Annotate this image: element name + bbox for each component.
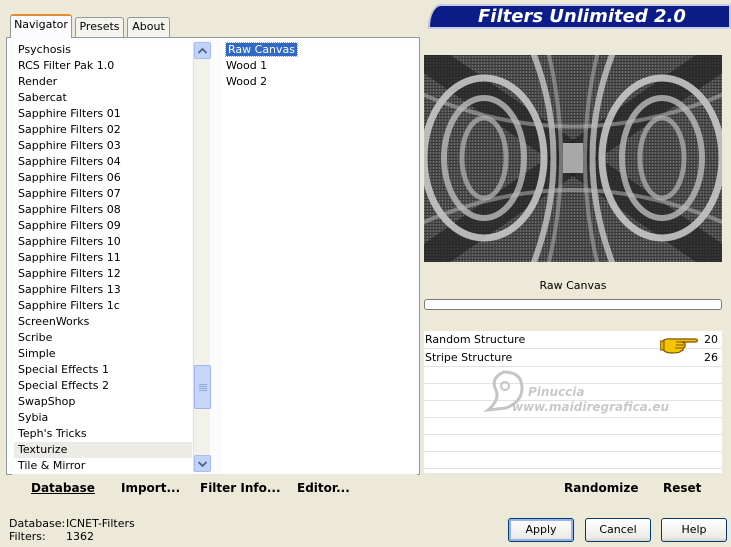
category-list[interactable]: Psychosis RCS Filter Pak 1.0 Render Saberca… — [14, 41, 192, 473]
param-empty-row — [424, 418, 722, 435]
database-button[interactable]: Database — [31, 481, 95, 495]
category-item[interactable]: Simple — [14, 346, 192, 362]
help-button[interactable]: Help — [661, 518, 727, 542]
reset-button[interactable]: Reset — [663, 481, 701, 495]
tab-about-label: About — [132, 20, 165, 33]
tab-about[interactable]: About — [127, 17, 170, 37]
filter-item[interactable]: Raw Canvas — [222, 42, 416, 58]
watermark-url: www.maidiregrafica.eu — [512, 400, 670, 414]
category-item[interactable]: Psychosis — [14, 42, 192, 58]
filter-item-label: Raw Canvas — [224, 42, 299, 57]
scroll-down-button[interactable] — [194, 455, 211, 472]
category-item[interactable]: Sybia — [14, 410, 192, 426]
param-value: 26 — [704, 351, 718, 364]
chevron-down-icon — [198, 460, 207, 467]
category-item[interactable]: Sapphire Filters 10 — [14, 234, 192, 250]
category-item[interactable]: Render — [14, 74, 192, 90]
watermark-name: Pinuccia — [528, 385, 585, 399]
category-item[interactable]: Sapphire Filters 09 — [14, 218, 192, 234]
category-item[interactable]: Sapphire Filters 02 — [14, 122, 192, 138]
category-item[interactable]: Sapphire Filters 04 — [14, 154, 192, 170]
param-empty-row — [424, 452, 722, 469]
pointing-hand-icon — [660, 338, 699, 354]
filter-item[interactable]: Wood 2 — [222, 74, 416, 90]
app-title: Filters Unlimited 2.0 — [478, 6, 686, 27]
filter-item-label: Wood 2 — [226, 75, 268, 88]
category-item[interactable]: Sapphire Filters 08 — [14, 202, 192, 218]
editor-button[interactable]: Editor... — [297, 481, 350, 495]
category-item[interactable]: Teph's Tricks — [14, 426, 192, 442]
category-item[interactable]: Sapphire Filters 13 — [14, 282, 192, 298]
chevron-up-icon — [198, 47, 207, 54]
category-item[interactable]: Sapphire Filters 12 — [14, 266, 192, 282]
app-title-banner: Filters Unlimited 2.0 — [428, 4, 731, 29]
category-item[interactable]: Special Effects 2 — [14, 378, 192, 394]
category-item[interactable]: Sapphire Filters 01 — [14, 106, 192, 122]
cancel-button[interactable]: Cancel — [585, 518, 651, 542]
category-item[interactable]: Sapphire Filters 07 — [14, 186, 192, 202]
category-item[interactable]: SwapShop — [14, 394, 192, 410]
filter-list[interactable]: Raw Canvas Wood 1 Wood 2 — [222, 41, 416, 473]
category-item[interactable]: Sapphire Filters 06 — [14, 170, 192, 186]
tab-presets-label: Presets — [79, 20, 120, 33]
status-database-value: ICNET-Filters — [66, 517, 135, 530]
tab-presets[interactable]: Presets — [75, 17, 124, 37]
category-item[interactable]: Scribe — [14, 330, 192, 346]
category-item[interactable]: Texturize — [14, 442, 192, 458]
scroll-thumb[interactable] — [194, 365, 211, 409]
param-empty-row — [424, 435, 722, 452]
category-item[interactable]: Sapphire Filters 1c — [14, 298, 192, 314]
filter-item[interactable]: Wood 1 — [222, 58, 416, 74]
filter-item-label: Wood 1 — [226, 59, 268, 72]
category-item[interactable]: ScreenWorks — [14, 314, 192, 330]
status-filters-value: 1362 — [66, 530, 94, 543]
category-item[interactable]: Sapphire Filters 11 — [14, 250, 192, 266]
param-label: Stripe Structure — [425, 351, 513, 364]
status-filters-label: Filters: — [9, 530, 46, 543]
render-progress-bar — [424, 299, 722, 310]
param-empty-row — [424, 367, 722, 384]
status-database-label: Database: — [9, 517, 66, 530]
category-item[interactable]: Special Effects 1 — [14, 362, 192, 378]
category-item[interactable]: RCS Filter Pak 1.0 — [14, 58, 192, 74]
randomize-button[interactable]: Randomize — [564, 481, 638, 495]
help-button-label: Help — [681, 523, 707, 536]
category-item[interactable]: Tile & Mirror — [14, 458, 192, 473]
apply-button[interactable]: Apply — [508, 518, 574, 542]
import-button[interactable]: Import... — [121, 481, 180, 495]
apply-button-label: Apply — [525, 523, 557, 536]
category-item[interactable]: Sapphire Filters 03 — [14, 138, 192, 154]
param-label: Random Structure — [425, 333, 526, 346]
cancel-button-label: Cancel — [599, 523, 637, 536]
preview-filter-name: Raw Canvas — [539, 279, 607, 292]
filter-info-button[interactable]: Filter Info... — [200, 481, 281, 495]
category-item[interactable]: Sabercat — [14, 90, 192, 106]
scroll-up-button[interactable] — [194, 42, 211, 59]
tab-navigator[interactable]: Navigator — [10, 14, 72, 38]
navigator-toolbar: Database Import... Filter Info... Editor… — [12, 474, 417, 502]
preview-toolbar: Randomize Reset — [423, 474, 723, 502]
status-info: Database:ICNET-Filters Filters: 1362 — [9, 517, 135, 543]
preview-image — [424, 55, 722, 262]
tab-navigator-label: Navigator — [14, 18, 68, 31]
category-scrollbar[interactable] — [193, 42, 211, 472]
param-value: 20 — [704, 333, 718, 346]
